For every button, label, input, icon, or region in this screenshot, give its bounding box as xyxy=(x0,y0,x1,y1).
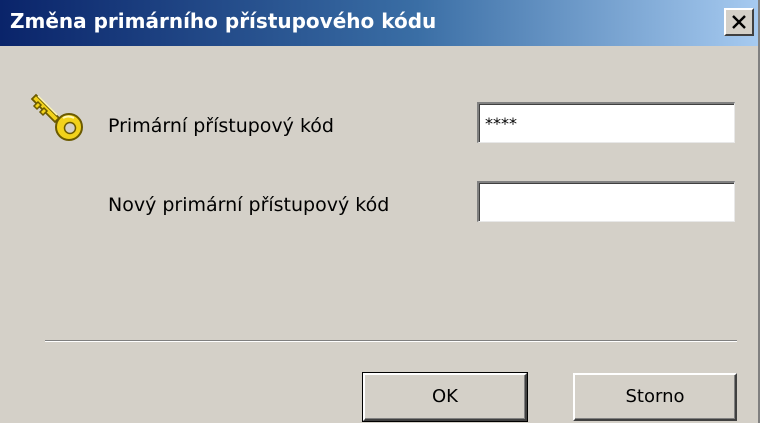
close-icon xyxy=(732,15,746,29)
key-icon xyxy=(30,93,83,141)
ok-button[interactable]: OK xyxy=(362,372,528,422)
cancel-button[interactable]: Storno xyxy=(573,373,737,421)
separator xyxy=(45,340,737,342)
new-code-input[interactable] xyxy=(477,181,735,222)
current-code-label: Primární přístupový kód xyxy=(108,115,334,137)
current-code-input[interactable] xyxy=(477,102,735,143)
title-bar[interactable]: Změna primárního přístupového kódu xyxy=(0,0,758,46)
close-button[interactable] xyxy=(724,8,754,36)
new-code-label: Nový primární přístupový kód xyxy=(108,194,390,216)
dialog-window: Změna primárního přístupového kódu Primá… xyxy=(0,0,760,423)
dialog-title: Změna primárního přístupového kódu xyxy=(10,9,437,33)
